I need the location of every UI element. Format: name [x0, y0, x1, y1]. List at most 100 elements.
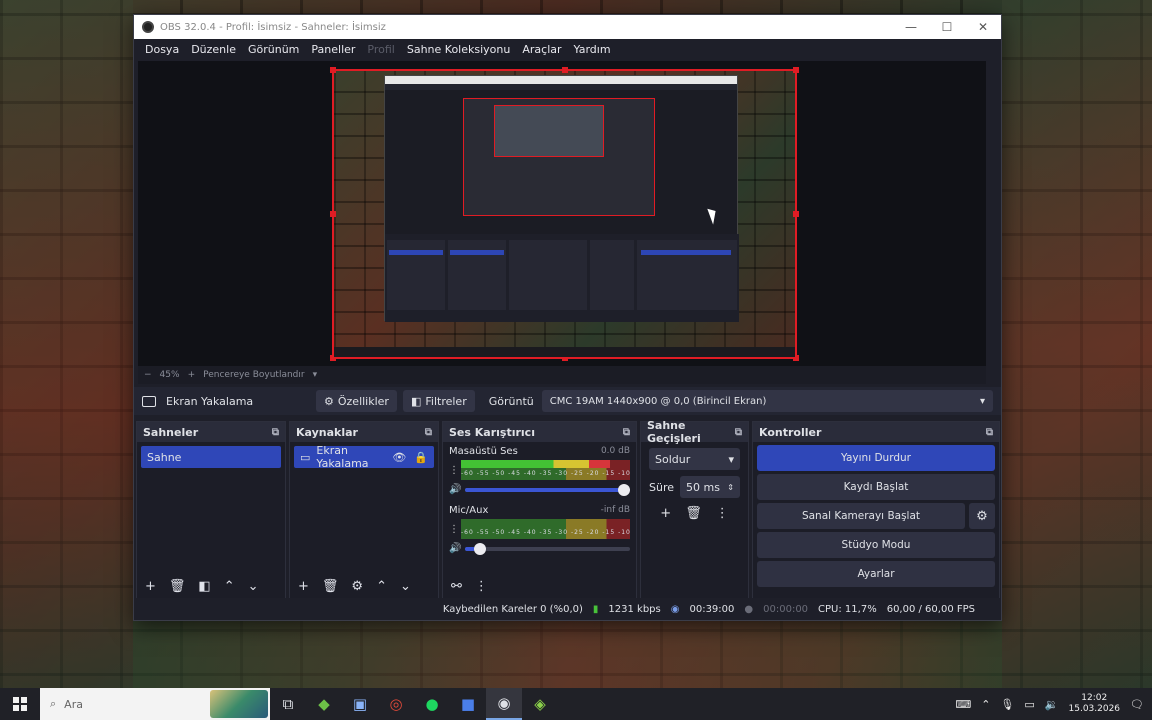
- undock-icon[interactable]: ⧉: [272, 427, 279, 438]
- gear-icon: ⚙: [324, 394, 334, 408]
- chevron-up-icon[interactable]: ⌃: [224, 579, 235, 594]
- display-select[interactable]: CMC 19AM 1440x900 @ 0,0 (Birincil Ekran)…: [541, 390, 993, 412]
- store-icon[interactable]: ▣: [342, 688, 378, 720]
- virtual-camera-row: Sanal Kamerayı Başlat ⚙: [757, 503, 995, 529]
- stop-stream-button[interactable]: Yayını Durdur: [757, 445, 995, 471]
- minecraft-icon[interactable]: ◆: [306, 688, 342, 720]
- spotify-icon[interactable]: ●: [414, 688, 450, 720]
- background-scene-bottom: [133, 621, 1002, 688]
- menu-help[interactable]: Yardım: [568, 43, 617, 56]
- resize-handle[interactable]: [793, 211, 799, 217]
- track-name: Mic/Aux: [449, 505, 489, 516]
- start-virtual-camera-button[interactable]: Sanal Kamerayı Başlat: [757, 503, 965, 529]
- cpu-usage: CPU: 11,7%: [818, 603, 877, 615]
- virtual-camera-settings-gear-icon[interactable]: ⚙: [969, 503, 995, 529]
- taskbar-search[interactable]: ⌕ Ara: [40, 688, 270, 720]
- selected-source-name: Ekran Yakalama: [166, 394, 254, 408]
- lock-icon[interactable]: 🔒: [414, 451, 428, 464]
- speaker-icon[interactable]: 🔊: [449, 543, 461, 554]
- preview-canvas[interactable]: [138, 61, 986, 366]
- volume-slider[interactable]: [465, 542, 630, 555]
- preview-source-frame[interactable]: [330, 67, 799, 361]
- obs-taskbar-icon[interactable]: ◉: [486, 688, 522, 720]
- chevron-down-icon[interactable]: ⌄: [400, 579, 411, 594]
- chevron-up-icon[interactable]: ⌃: [376, 579, 387, 594]
- menu-edit[interactable]: Düzenle: [185, 43, 242, 56]
- volume-slider[interactable]: [465, 483, 630, 496]
- undock-icon[interactable]: ⧉: [986, 427, 993, 438]
- controls-header: Kontroller ⧉: [753, 422, 999, 442]
- resize-handle[interactable]: [330, 211, 336, 217]
- chrome-icon[interactable]: ◎: [378, 688, 414, 720]
- volume-fill: [465, 487, 630, 492]
- scale-dropdown-icon[interactable]: ▾: [313, 370, 318, 380]
- scene-item-label: Sahne: [147, 450, 182, 464]
- captured-taskbar: [334, 347, 795, 357]
- transition-select[interactable]: Soldur ▾: [649, 448, 740, 470]
- resize-handle[interactable]: [793, 67, 799, 73]
- gear-icon[interactable]: ⚙: [351, 579, 363, 594]
- microphone-icon[interactable]: 🎙: [1000, 698, 1014, 711]
- mixer-title: Ses Karıştırıcı: [449, 425, 535, 439]
- resize-handle[interactable]: [562, 67, 568, 73]
- chevron-down-icon[interactable]: ⌄: [248, 579, 259, 594]
- properties-label: Özellikler: [337, 394, 389, 408]
- stepper-icon[interactable]: ⇕: [727, 483, 734, 492]
- menu-view[interactable]: Görünüm: [242, 43, 305, 56]
- menu-scene-collection[interactable]: Sahne Koleksiyonu: [401, 43, 517, 56]
- studio-mode-button[interactable]: Stüdyo Modu: [757, 532, 995, 558]
- more-icon[interactable]: ⋮: [716, 506, 729, 521]
- task-view-icon[interactable]: ⧉: [270, 688, 306, 720]
- network-icon[interactable]: ▭: [1024, 698, 1034, 711]
- meter-level: [461, 460, 610, 468]
- duration-input[interactable]: 50 ms ⇕: [680, 476, 740, 498]
- eye-icon[interactable]: 👁: [392, 451, 406, 464]
- trash-icon[interactable]: 🗑: [322, 579, 339, 594]
- more-icon[interactable]: ⋮: [475, 579, 488, 594]
- undock-icon[interactable]: ⧉: [623, 427, 630, 438]
- undock-icon[interactable]: ⧉: [425, 427, 432, 438]
- chevron-up-icon[interactable]: ⌃: [981, 698, 990, 711]
- trash-icon[interactable]: 🗑: [685, 506, 702, 521]
- minecraft-launcher-icon[interactable]: ◈: [522, 688, 558, 720]
- maximize-button[interactable]: ☐: [929, 20, 965, 34]
- resize-handle[interactable]: [330, 67, 336, 73]
- add-icon[interactable]: +: [660, 506, 671, 521]
- menu-file[interactable]: Dosya: [139, 43, 185, 56]
- start-button[interactable]: [0, 697, 40, 711]
- source-item[interactable]: ▭ Ekran Yakalama 👁 🔒: [294, 444, 434, 470]
- zoom-in-icon[interactable]: +: [188, 370, 196, 380]
- filters-button[interactable]: ◧ Filtreler: [402, 390, 475, 412]
- volume-icon[interactable]: 🔉: [1045, 698, 1059, 711]
- trash-icon[interactable]: 🗑: [169, 579, 186, 594]
- scale-to-window[interactable]: Pencereye Boyutlandır: [203, 370, 304, 380]
- signal-icon: ▮: [592, 603, 599, 615]
- keyboard-icon[interactable]: ⌨: [955, 698, 971, 711]
- menu-docks[interactable]: Paneller: [305, 43, 361, 56]
- properties-button[interactable]: ⚙ Özellikler: [316, 390, 397, 412]
- speaker-icon[interactable]: 🔊: [449, 484, 461, 495]
- meter-ticks: -60 -55 -50 -45 -40 -35 -30 -25 -20 -15 …: [461, 470, 630, 477]
- notification-icon[interactable]: 🗨: [1130, 698, 1144, 711]
- more-icon[interactable]: ⋮: [449, 465, 459, 476]
- minimize-button[interactable]: —: [893, 20, 929, 34]
- start-recording-button[interactable]: Kaydı Başlat: [757, 474, 995, 500]
- zoom-out-icon[interactable]: −: [144, 370, 152, 380]
- clock[interactable]: 12:02 15.03.2026: [1069, 693, 1121, 715]
- menu-profile[interactable]: Profil: [361, 43, 400, 56]
- undock-icon[interactable]: ⧉: [735, 427, 742, 438]
- filter-icon[interactable]: ◧: [198, 579, 210, 594]
- scene-item[interactable]: Sahne: [141, 446, 281, 468]
- filters-label: Filtreler: [425, 394, 467, 408]
- slider-knob[interactable]: [474, 542, 487, 555]
- add-icon[interactable]: +: [298, 579, 309, 594]
- close-button[interactable]: ✕: [965, 20, 1001, 34]
- source-item-label: Ekran Yakalama: [316, 444, 369, 470]
- more-icon[interactable]: ⋮: [449, 524, 459, 535]
- add-icon[interactable]: +: [145, 579, 156, 594]
- menu-tools[interactable]: Araçlar: [516, 43, 567, 56]
- settings-button[interactable]: Ayarlar: [757, 561, 995, 587]
- link-icon[interactable]: ⚯: [451, 579, 462, 594]
- app-icon[interactable]: ■: [450, 688, 486, 720]
- slider-knob[interactable]: [618, 483, 630, 496]
